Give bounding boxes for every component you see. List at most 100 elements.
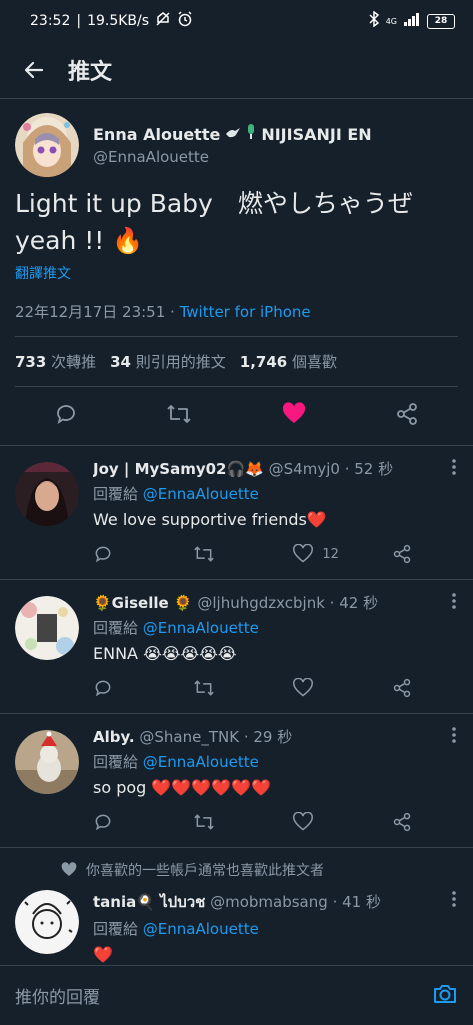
tweet-source[interactable]: Twitter for iPhone (180, 303, 311, 321)
heart-icon (293, 544, 314, 563)
author-handle[interactable]: @EnnaAlouette (93, 148, 372, 166)
reply-text: so pog ❤️❤️❤️❤️❤️❤️ (93, 778, 271, 797)
author-avatar[interactable] (15, 113, 79, 177)
tweet-actions (0, 387, 473, 446)
retweet-button[interactable] (193, 812, 253, 832)
reply-avatar[interactable] (15, 890, 79, 954)
reply-actions: 12 (93, 541, 458, 567)
reply-icon (95, 814, 111, 831)
share-icon (393, 544, 411, 564)
reply-input[interactable]: 推你的回覆 (15, 983, 100, 1008)
retweet-button[interactable] (193, 544, 253, 564)
like-button[interactable] (281, 402, 307, 430)
more-vertical-icon (452, 891, 456, 907)
reply-avatar[interactable] (15, 462, 79, 526)
reply-author-handle[interactable]: @Shane_TNK (139, 728, 239, 746)
dove-icon (225, 125, 241, 144)
reply-avatar[interactable] (15, 730, 79, 794)
signal-icon (403, 12, 421, 30)
retweet-icon (193, 546, 214, 562)
more-options-button[interactable] (451, 890, 457, 912)
page-title: 推文 (68, 60, 113, 85)
reply-button[interactable] (93, 812, 153, 832)
more-vertical-icon (452, 593, 456, 609)
reply-author-handle[interactable]: @ljhuhgdzxcbjnk (197, 594, 325, 612)
back-button[interactable] (0, 58, 68, 82)
quote-stat[interactable]: 34 則引用的推文 (110, 351, 226, 372)
camera-icon (434, 984, 456, 1003)
reply-author-handle[interactable]: @mobmabsang (210, 893, 328, 911)
like-count: 12 (322, 546, 339, 562)
status-bar: 23:52 | 19.5KB/s 4G 28 (0, 0, 473, 42)
more-options-button[interactable] (451, 458, 457, 480)
reply-tweet[interactable]: Joy | MySamy02🎧🦊 @S4myj0 · 52 秒 回覆給 @Enn… (0, 446, 473, 580)
author-name[interactable]: Enna Alouette (93, 125, 220, 144)
share-icon (393, 678, 411, 698)
heart-filled-icon (282, 402, 305, 423)
retweet-button[interactable] (193, 678, 253, 698)
share-icon (393, 812, 411, 832)
reply-avatar[interactable] (15, 596, 79, 660)
retweet-icon (193, 680, 214, 696)
more-options-button[interactable] (451, 726, 457, 748)
replying-to-link[interactable]: @EnnaAlouette (143, 619, 259, 637)
share-button[interactable] (392, 812, 414, 832)
bluetooth-icon (368, 10, 380, 31)
tweet-stats: 733 次轉推 34 則引用的推文 1,746 個喜歡 (15, 337, 458, 387)
share-button[interactable] (392, 544, 414, 564)
like-button[interactable] (292, 678, 352, 698)
reply-author-name[interactable]: tania🍳 ไปบวช (93, 893, 205, 911)
social-context: 你喜歡的一些帳戶通常也喜歡此推文者 (0, 848, 473, 886)
like-button[interactable]: 12 (292, 544, 352, 564)
share-button[interactable] (395, 402, 419, 430)
reply-tweet[interactable]: 🌻Giselle 🌻 @ljhuhgdzxcbjnk · 42 秒 回覆給 @E… (0, 580, 473, 714)
like-stat[interactable]: 1,746 個喜歡 (240, 351, 337, 372)
translate-tweet-link[interactable]: 翻譯推文 (15, 263, 458, 283)
reply-time: · 29 秒 (243, 728, 293, 746)
reply-tweet[interactable]: Alby. @Shane_TNK · 29 秒 回覆給 @EnnaAlouett… (0, 714, 473, 848)
top-app-bar: 推文 (0, 42, 473, 99)
retweet-button[interactable] (166, 402, 192, 430)
reply-text: We love supportive friends❤️ (93, 510, 327, 529)
replying-to: 回覆給 @EnnaAlouette (93, 920, 259, 938)
social-context-text: 你喜歡的一些帳戶通常也喜歡此推文者 (86, 863, 324, 879)
share-icon (396, 403, 417, 425)
reply-button[interactable] (54, 402, 78, 430)
more-vertical-icon (452, 727, 456, 743)
replying-to-link[interactable]: @EnnaAlouette (143, 753, 259, 771)
reply-icon (95, 680, 111, 697)
replying-to: 回覆給 @EnnaAlouette (93, 619, 259, 637)
main-tweet: Enna Alouette NIJISANJI EN @EnnaAlouette… (0, 99, 473, 446)
replying-to-link[interactable]: @EnnaAlouette (143, 920, 259, 938)
reply-time: · 42 秒 (329, 594, 379, 612)
tweet-text: Light it up Baby 燃やしちゃうぜ yeah !! 🔥 (15, 189, 421, 255)
signal-label: 4G (385, 16, 397, 26)
microphone-icon (246, 124, 256, 144)
arrow-left-icon (24, 61, 44, 79)
reply-author-handle[interactable]: @S4myj0 (269, 460, 340, 478)
share-button[interactable] (392, 678, 414, 698)
reply-tweet[interactable]: 你喜歡的一些帳戶通常也喜歡此推文者 tania🍳 ไปบวช @mobmabsa… (0, 848, 473, 968)
reply-text: ❤️ (93, 945, 113, 964)
reply-button[interactable] (93, 678, 153, 698)
status-speed: 19.5KB/s (87, 13, 150, 29)
reply-composer[interactable]: 推你的回覆 (0, 965, 473, 1025)
author-badge: NIJISANJI EN (261, 124, 372, 144)
replying-to-link[interactable]: @EnnaAlouette (143, 485, 259, 503)
status-time: 23:52 (30, 13, 71, 29)
heart-icon (293, 678, 314, 697)
reply-button[interactable] (93, 544, 153, 564)
camera-button[interactable] (432, 982, 458, 1010)
retweet-icon (167, 405, 192, 423)
mute-icon (155, 11, 171, 31)
heart-filled-icon (61, 862, 77, 876)
like-button[interactable] (292, 812, 352, 832)
alarm-icon (177, 11, 193, 31)
replying-to: 回覆給 @EnnaAlouette (93, 485, 259, 503)
reply-author-name[interactable]: Joy | MySamy02🎧🦊 (93, 460, 264, 478)
reply-author-name[interactable]: 🌻Giselle 🌻 (93, 594, 193, 612)
reply-author-name[interactable]: Alby. (93, 728, 135, 746)
more-vertical-icon (452, 459, 456, 475)
more-options-button[interactable] (451, 592, 457, 614)
retweet-stat[interactable]: 733 次轉推 (15, 351, 96, 372)
